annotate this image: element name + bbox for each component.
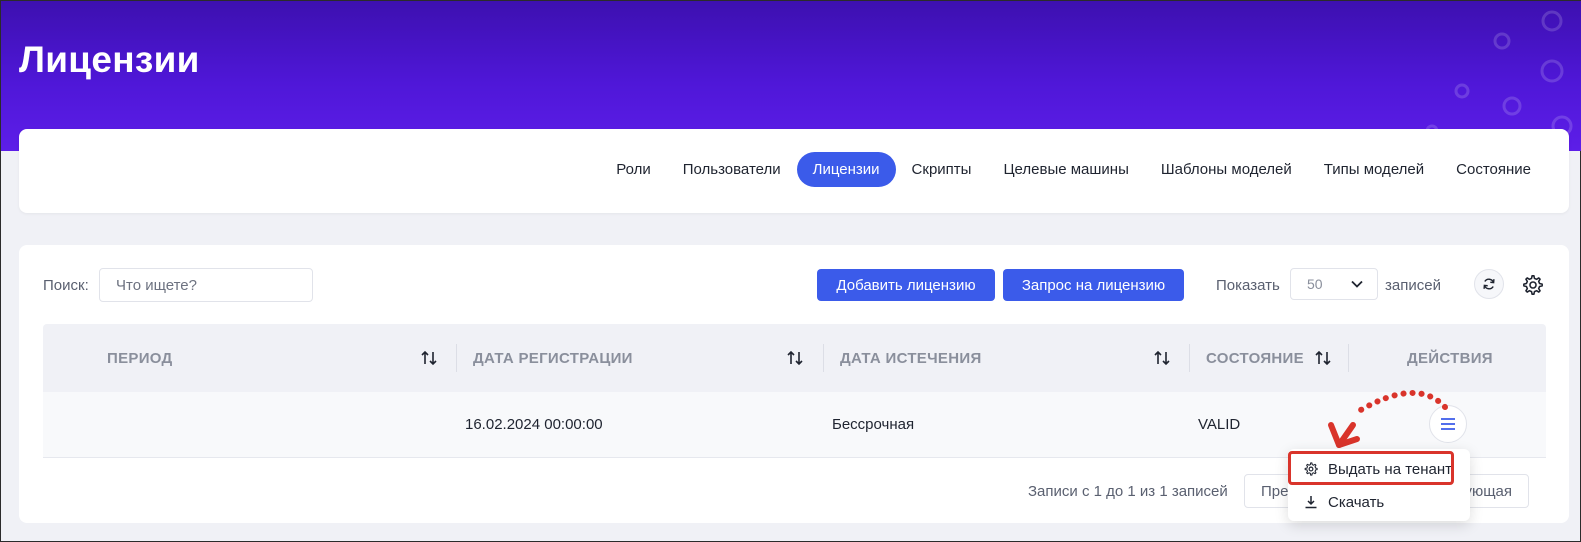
request-license-button[interactable]: Запрос на лицензию [1003, 269, 1184, 301]
gear-icon [1304, 462, 1318, 476]
chevron-down-icon [1351, 280, 1363, 288]
column-header-status[interactable]: СОСТОЯНИЕ [1206, 324, 1304, 392]
show-label: Показать [1216, 277, 1280, 294]
pagination-info: Записи с 1 до 1 из 1 записей [1028, 483, 1228, 500]
column-header-period[interactable]: ПЕРИОД [107, 324, 173, 392]
column-divider [823, 344, 824, 372]
tab-model-templates[interactable]: Шаблоны моделей [1145, 152, 1308, 187]
records-label: записей [1385, 277, 1441, 294]
menu-item-label: Скачать [1328, 493, 1385, 511]
cell-status: VALID [1198, 416, 1241, 433]
column-divider [456, 344, 457, 372]
sort-icon[interactable] [1313, 348, 1333, 368]
tab-status[interactable]: Состояние [1440, 152, 1547, 187]
page-title: Лицензии [19, 39, 200, 80]
add-license-button[interactable]: Добавить лицензию [817, 269, 995, 301]
sort-icon[interactable] [419, 348, 439, 368]
tabs-card: Роли Пользователи Лицензии Скрипты Целев… [19, 129, 1569, 213]
table-settings-button[interactable] [1521, 273, 1545, 297]
cell-expiration-date: Бессрочная [832, 416, 915, 433]
tab-model-types[interactable]: Типы моделей [1308, 152, 1440, 187]
tab-licenses[interactable]: Лицензии [796, 152, 896, 187]
menu-item-download[interactable]: Скачать [1288, 485, 1470, 519]
menu-icon [1441, 418, 1455, 430]
gear-icon [1523, 275, 1543, 295]
page-size-value: 50 [1307, 276, 1323, 292]
column-header-expiration-date[interactable]: ДАТА ИСТЕЧЕНИЯ [840, 324, 982, 392]
sort-icon[interactable] [1152, 348, 1172, 368]
tab-scripts[interactable]: Скрипты [896, 152, 988, 187]
tab-bar: Роли Пользователи Лицензии Скрипты Целев… [600, 152, 1547, 187]
refresh-icon [1483, 278, 1495, 290]
table-header: ПЕРИОД ДАТА РЕГИСТРАЦИИ ДАТА ИСТЕЧЕНИЯ С… [43, 324, 1546, 392]
tab-roles[interactable]: Роли [600, 152, 667, 187]
cell-registration-date: 16.02.2024 00:00:00 [465, 416, 603, 433]
page-size-select[interactable]: 50 [1290, 268, 1378, 300]
column-divider [1189, 344, 1190, 372]
search-input[interactable] [99, 268, 313, 302]
search-label: Поиск: [43, 277, 89, 294]
menu-item-label: Выдать на тенант [1328, 460, 1453, 478]
row-actions-menu: Выдать на тенант Скачать [1288, 449, 1470, 521]
sort-icon[interactable] [785, 348, 805, 368]
column-header-registration-date[interactable]: ДАТА РЕГИСТРАЦИИ [473, 324, 633, 392]
column-divider [1348, 344, 1349, 372]
column-header-actions: ДЕЙСТВИЯ [1407, 349, 1493, 367]
menu-item-issue-to-tenant[interactable]: Выдать на тенант [1288, 452, 1470, 486]
download-icon [1304, 495, 1318, 509]
row-actions-button[interactable] [1429, 405, 1467, 443]
tab-target-machines[interactable]: Целевые машины [987, 152, 1144, 187]
tab-users[interactable]: Пользователи [667, 152, 797, 187]
refresh-button[interactable] [1474, 269, 1504, 299]
